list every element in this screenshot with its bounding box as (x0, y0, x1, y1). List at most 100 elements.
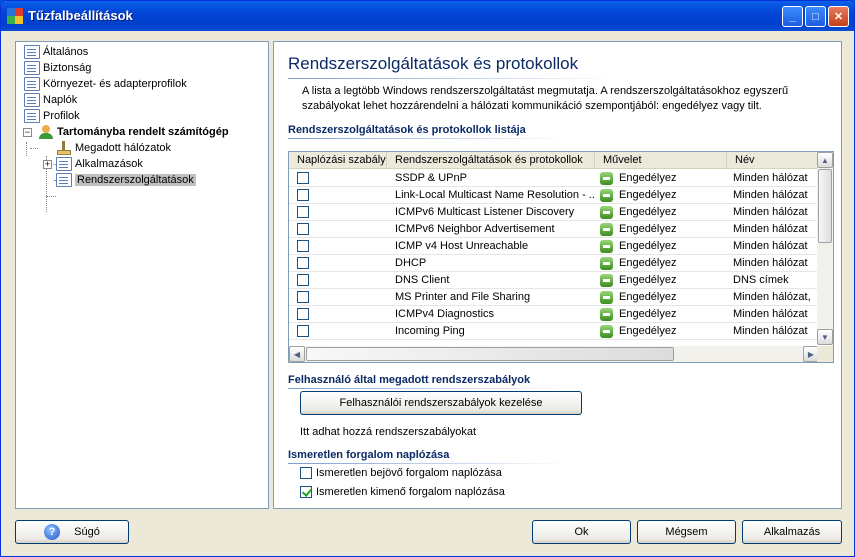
action-cell[interactable]: Engedélyez (595, 238, 727, 255)
log-outgoing-checkbox[interactable] (300, 486, 312, 498)
log-rule-cell (289, 238, 387, 255)
apply-button[interactable]: Alkalmazás (742, 520, 842, 544)
tree-item-label: Profilok (43, 110, 80, 122)
table-row[interactable]: ICMPv6 Neighbor Advertisement Engedélyez M… (289, 221, 819, 238)
title-bar[interactable]: Tűzfalbeállítások _ □ ✕ (1, 1, 854, 31)
maximize-button[interactable]: □ (805, 6, 826, 27)
horizontal-scroll-thumb[interactable] (306, 347, 674, 361)
section-title-unknown-traffic: Ismeretlen forgalom naplózása (288, 449, 450, 461)
action-label: Engedélyez (619, 222, 677, 235)
action-cell[interactable]: Engedélyez (595, 306, 727, 323)
action-label: Engedélyez (619, 188, 677, 201)
table-row[interactable]: ICMPv6 Multicast Listener Discovery Enged… (289, 204, 819, 221)
table-row[interactable]: ICMP v4 Host Unreachable Engedélyez Minden… (289, 238, 819, 255)
log-rule-checkbox[interactable] (297, 324, 309, 337)
help-button-label: Súgó (74, 526, 100, 538)
column-header-name[interactable]: Név (727, 152, 819, 169)
tree-item-label: Általános (43, 46, 89, 58)
table-row[interactable]: DHCP Engedélyez Minden hálózat (289, 255, 819, 272)
table-row[interactable]: Incoming Ping Engedélyez Minden hálózat (289, 323, 819, 340)
section-divider (288, 463, 568, 464)
manage-user-rules-button[interactable]: Felhasználói rendszerszabályok kezelése (300, 391, 582, 415)
service-cell: ICMPv6 Neighbor Advertisement (395, 222, 555, 235)
log-rule-cell (289, 323, 387, 340)
tree-item-profiles[interactable]: Profilok (24, 108, 80, 124)
scope-cell: Minden hálózat (733, 188, 808, 201)
column-header-service[interactable]: Rendszerszolgáltatások és protokollok (387, 152, 595, 169)
log-incoming-option[interactable]: Ismeretlen bejövő forgalom naplózása (300, 467, 502, 479)
scope-cell: Minden hálózat (733, 205, 808, 218)
log-rule-checkbox[interactable] (297, 205, 309, 218)
log-rule-checkbox[interactable] (297, 239, 309, 252)
table-row[interactable]: Link-Local Multicast Name Resolution - .… (289, 187, 819, 204)
collapse-toggle[interactable]: − (23, 128, 32, 137)
tree-item-system-services[interactable]: Rendszerszolgáltatások (56, 172, 196, 188)
scope-cell: Minden hálózat (733, 256, 808, 269)
scroll-up-button[interactable]: ▲ (817, 152, 833, 168)
tree-item-security[interactable]: Biztonság (24, 60, 91, 76)
action-label: Engedélyez (619, 239, 677, 252)
log-rule-checkbox[interactable] (297, 290, 309, 303)
action-cell[interactable]: Engedélyez (595, 255, 727, 272)
scope-cell: Minden hálózat (733, 222, 808, 235)
column-header-action[interactable]: Művelet (595, 152, 727, 169)
log-rule-checkbox[interactable] (297, 171, 309, 184)
action-label: Engedélyez (619, 171, 677, 184)
service-cell: SSDP & UPnP (395, 171, 467, 184)
document-icon (24, 93, 40, 107)
log-rule-checkbox[interactable] (297, 307, 309, 320)
cancel-button[interactable]: Mégsem (637, 520, 736, 544)
expand-toggle[interactable]: + (43, 160, 52, 169)
action-label: Engedélyez (619, 324, 677, 337)
action-cell[interactable]: Engedélyez (595, 187, 727, 204)
tree-item-label: Környezet- és adapterprofilok (43, 78, 187, 90)
action-cell[interactable]: Engedélyez (595, 289, 727, 306)
log-rule-checkbox[interactable] (297, 188, 309, 201)
log-rule-cell (289, 204, 387, 221)
horizontal-scrollbar[interactable]: ◀ ▶ (289, 346, 819, 362)
column-header-log-rule[interactable]: Naplózási szabály (289, 152, 387, 169)
service-cell: Link-Local Multicast Name Resolution - .… (395, 188, 595, 201)
services-list[interactable]: Naplózási szabály Rendszerszolgáltatások… (288, 151, 834, 363)
log-rule-cell (289, 187, 387, 204)
log-rule-cell (289, 272, 387, 289)
log-rule-checkbox[interactable] (297, 273, 309, 286)
action-cell[interactable]: Engedélyez (595, 272, 727, 289)
action-label: Engedélyez (619, 256, 677, 269)
log-outgoing-label: Ismeretlen kimenő forgalom naplózása (316, 486, 505, 498)
allow-icon (600, 290, 613, 304)
ok-button[interactable]: Ok (532, 520, 631, 544)
tree-item-label: Naplók (43, 94, 78, 106)
table-row[interactable]: SSDP & UPnP Engedélyez Minden hálózat (289, 170, 819, 187)
table-row[interactable]: MS Printer and File Sharing Engedélyez Min… (289, 289, 819, 306)
tree-item-label: Rendszerszolgáltatások (75, 174, 196, 186)
close-button[interactable]: ✕ (828, 6, 849, 27)
vertical-scroll-thumb[interactable] (818, 169, 832, 243)
tree-item-environment-profiles[interactable]: Környezet- és adapterprofilok (24, 76, 187, 92)
minimize-button[interactable]: _ (782, 6, 803, 27)
action-cell[interactable]: Engedélyez (595, 170, 727, 187)
action-cell[interactable]: Engedélyez (595, 323, 727, 340)
table-row[interactable]: ICMPv4 Diagnostics Engedélyez Minden hálóz… (289, 306, 819, 323)
help-button[interactable]: ? Súgó (15, 520, 129, 544)
app-icon (7, 8, 23, 24)
allow-icon (600, 273, 613, 287)
scroll-down-button[interactable]: ▼ (817, 329, 833, 345)
tree-item-defined-networks[interactable]: Megadott hálózatok (56, 140, 171, 156)
table-row[interactable]: DNS Client Engedélyez DNS címek (289, 272, 819, 289)
scroll-left-button[interactable]: ◀ (289, 346, 305, 362)
allow-icon (600, 205, 613, 219)
log-rule-cell (289, 306, 387, 323)
log-outgoing-option[interactable]: Ismeretlen kimenő forgalom naplózása (300, 486, 505, 498)
log-incoming-checkbox[interactable] (300, 467, 312, 479)
action-cell[interactable]: Engedélyez (595, 221, 727, 238)
vertical-scrollbar[interactable]: ▲ ▼ (817, 152, 833, 345)
tree-item-domain-computer[interactable]: Tartományba rendelt számítógép (38, 124, 229, 140)
action-cell[interactable]: Engedélyez (595, 204, 727, 221)
log-rule-checkbox[interactable] (297, 256, 309, 269)
log-rule-checkbox[interactable] (297, 222, 309, 235)
tree-item-applications[interactable]: Alkalmazások (56, 156, 143, 172)
scope-cell: Minden hálózat (733, 307, 808, 320)
tree-item-logs[interactable]: Naplók (24, 92, 77, 108)
tree-item-general[interactable]: Általános (24, 44, 88, 60)
